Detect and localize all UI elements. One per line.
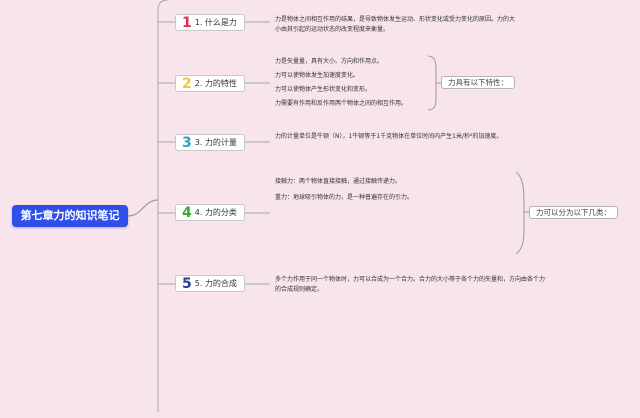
summary-note-classification[interactable]: 力可以分为以下几类： (529, 206, 618, 219)
topic-properties[interactable]: 2 2. 力的特性 (175, 75, 245, 92)
connector-root (127, 199, 159, 217)
topic-measurement[interactable]: 3 3. 力的计量 (175, 134, 245, 151)
topic-desc-what-is-force: 力是物体之间相互作用的结果，是导致物体发生运动、形状变化或受力变化的原因。力的大… (275, 15, 515, 34)
topic-number: 5 (182, 275, 192, 292)
topic-label: 4. 力的分类 (194, 208, 237, 217)
desc-line: 力需要有作用和反作用两个物体之间的相互作用。 (275, 100, 408, 107)
desc-line: 力可以使物体产生形状变化和变形。 (275, 86, 372, 93)
topic-composition[interactable]: 5 5. 力的合成 (175, 275, 245, 292)
desc-line: 力的计量单位是牛顿（N），1牛顿等于1千克物体在单位时间内产生1米/秒²的加速度… (275, 133, 503, 140)
topic-what-is-force[interactable]: 1 1. 什么是力 (175, 14, 245, 31)
desc-line: 多个力作用于同一个物体时，力可以合成为一个合力。合力的大小等于各个力的矢量和，方… (275, 276, 546, 293)
topic-number: 1 (182, 14, 192, 31)
topic-number: 4 (182, 204, 192, 221)
topic-classification[interactable]: 4 4. 力的分类 (175, 204, 245, 221)
bracket-topic-4 (515, 171, 525, 255)
topic-label: 3. 力的计量 (194, 138, 237, 147)
topic-number: 3 (182, 134, 192, 151)
topic-desc-composition: 多个力作用于同一个物体时，力可以合成为一个合力。合力的大小等于各个力的矢量和，方… (275, 275, 545, 294)
desc-line: 力可以使物体发生加速度变化。 (275, 72, 360, 79)
topic-label: 2. 力的特性 (194, 79, 237, 88)
topic-desc-properties: 力是矢量量，具有大小、方向和作用点。 力可以使物体发生加速度变化。 力可以使物体… (275, 55, 435, 111)
topic-desc-classification: 接触力：两个物体直接接触，通过接触传递力。 重力：地球吸引物体的力，是一种普遍存… (275, 174, 465, 206)
topic-label: 1. 什么是力 (194, 18, 237, 27)
connector-top (157, 0, 169, 11)
topic-label: 5. 力的合成 (194, 279, 237, 288)
desc-line: 力是物体之间相互作用的结果，是导致物体发生运动、形状变化或受力变化的原因。力的大… (275, 16, 516, 33)
desc-line: 重力：地球吸引物体的力，是一种普遍存在的引力。 (275, 194, 414, 201)
desc-line: 接触力：两个物体直接接触，通过接触传递力。 (275, 178, 402, 185)
desc-line: 力是矢量量，具有大小、方向和作用点。 (275, 58, 384, 65)
summary-note-properties[interactable]: 力具有以下特性： (441, 76, 515, 89)
topic-number: 2 (182, 75, 192, 92)
root-title[interactable]: 第七章力的知识笔记 (12, 205, 128, 227)
topic-desc-measurement: 力的计量单位是牛顿（N），1牛顿等于1千克物体在单位时间内产生1米/秒²的加速度… (275, 132, 520, 142)
